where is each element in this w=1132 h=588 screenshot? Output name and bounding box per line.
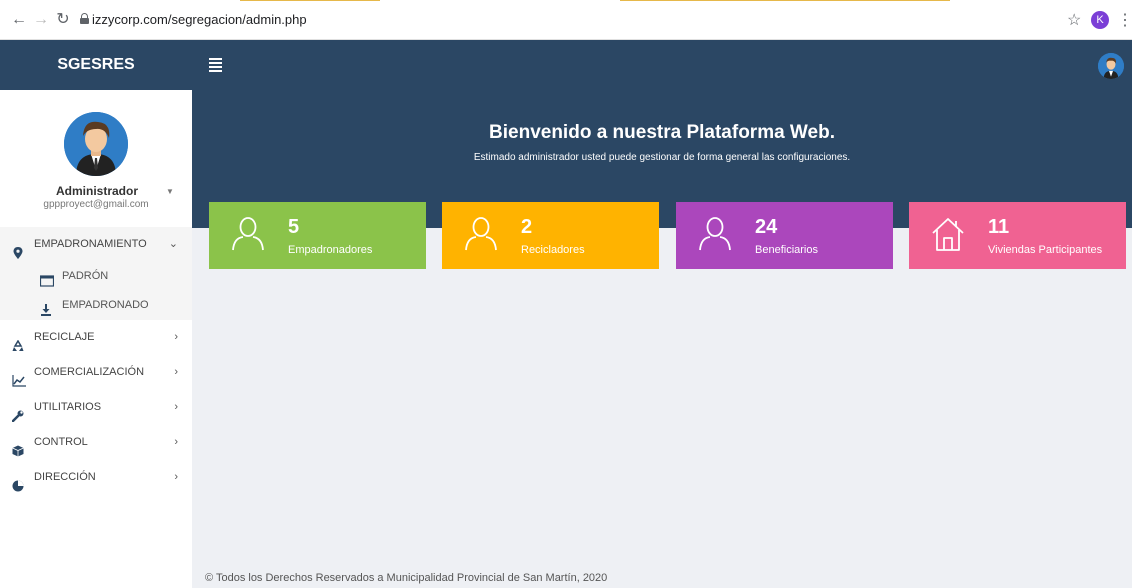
sidebar-item-direccion[interactable]: DIRECCIÓN › bbox=[0, 460, 192, 495]
sidebar-item-label: COMERCIALIZACIÓN bbox=[34, 366, 145, 378]
stat-value: 2 bbox=[521, 216, 533, 238]
sidebar-item-label: EMPADRONAMIENTO bbox=[34, 238, 147, 250]
browser-toolbar: ← → ↻ izzycorp.com/segregacion/admin.php… bbox=[0, 0, 1132, 40]
user-outline-icon bbox=[231, 216, 265, 252]
top-navbar: SGESRES bbox=[0, 40, 1132, 90]
line-chart-icon bbox=[12, 367, 26, 387]
footer-copyright: © Todos los Derechos Reservados a Munici… bbox=[205, 572, 608, 584]
sidebar-item-label: UTILITARIOS bbox=[34, 401, 102, 413]
stat-card-beneficiarios[interactable]: 24 Beneficiarios bbox=[676, 202, 893, 269]
lock-icon bbox=[80, 13, 89, 24]
sidebar-subitem-empadronado[interactable]: EMPADRONADO bbox=[0, 291, 192, 320]
download-icon bbox=[40, 299, 54, 317]
pie-chart-icon bbox=[12, 472, 26, 491]
stat-value: 5 bbox=[288, 216, 300, 238]
page-title: Bienvenido a nuestra Plataforma Web. bbox=[489, 122, 835, 143]
sidebar-subitem-padron[interactable]: PADRÓN bbox=[0, 262, 192, 291]
stat-value: 24 bbox=[755, 216, 778, 238]
user-outline-icon bbox=[464, 216, 498, 252]
sidebar-menu: EMPADRONAMIENTO ⌄ PADRÓN EMPADRONADO REC… bbox=[0, 227, 192, 495]
chevron-right-icon: › bbox=[174, 401, 178, 413]
user-email: gppproyect@gmail.com bbox=[43, 199, 149, 210]
map-marker-icon bbox=[12, 239, 26, 259]
chevron-right-icon: › bbox=[174, 331, 178, 343]
reload-icon[interactable]: ↻ bbox=[54, 10, 72, 30]
user-avatar bbox=[64, 112, 128, 176]
sidebar-item-control[interactable]: CONTROL › bbox=[0, 425, 192, 460]
stat-label: Viviendas Participantes bbox=[988, 244, 1103, 256]
chevron-right-icon: › bbox=[174, 436, 178, 448]
stat-label: Beneficiarios bbox=[755, 244, 818, 256]
sidebar-item-label: DIRECCIÓN bbox=[34, 471, 96, 483]
menu-toggle-icon[interactable] bbox=[209, 58, 222, 72]
cube-icon bbox=[12, 437, 26, 456]
sidebar-group-empadronamiento: EMPADRONAMIENTO ⌄ PADRÓN EMPADRONADO bbox=[0, 227, 192, 320]
window-icon bbox=[39, 270, 55, 287]
sidebar-item-comercializacion[interactable]: COMERCIALIZACIÓN › bbox=[0, 355, 192, 390]
stat-value: 11 bbox=[988, 216, 1010, 238]
address-bar[interactable]: izzycorp.com/segregacion/admin.php bbox=[92, 12, 307, 27]
recycle-icon bbox=[12, 332, 26, 351]
chevron-right-icon: › bbox=[174, 366, 178, 378]
tab-strip-edge bbox=[0, 0, 1132, 6]
stat-card-empadronadores[interactable]: 5 Empadronadores bbox=[209, 202, 426, 269]
back-arrow-icon[interactable]: ← bbox=[10, 10, 28, 30]
page-subtitle: Estimado administrador usted puede gesti… bbox=[473, 152, 851, 163]
stat-card-viviendas[interactable]: 11 Viviendas Participantes bbox=[909, 202, 1126, 269]
chevron-right-icon: › bbox=[174, 471, 178, 483]
home-outline-icon bbox=[931, 216, 965, 252]
user-dropdown-caret-icon[interactable]: ▼ bbox=[166, 187, 174, 196]
browser-profile-avatar[interactable]: K bbox=[1091, 11, 1109, 29]
sidebar-item-label: RECICLAJE bbox=[34, 331, 95, 343]
browser-menu-icon[interactable]: ⋮ bbox=[1117, 10, 1132, 30]
sidebar-item-utilitarios[interactable]: UTILITARIOS › bbox=[0, 390, 192, 425]
stat-card-recicladores[interactable]: 2 Recicladores bbox=[442, 202, 659, 269]
chevron-down-icon: ⌄ bbox=[168, 238, 178, 250]
sidebar-subitem-label: EMPADRONADO bbox=[62, 299, 149, 311]
bookmark-star-icon[interactable]: ☆ bbox=[1067, 10, 1081, 30]
stat-label: Recicladores bbox=[521, 244, 585, 256]
user-outline-icon bbox=[698, 216, 732, 252]
user-name[interactable]: Administrador bbox=[56, 184, 138, 198]
forward-arrow-icon[interactable]: → bbox=[32, 10, 50, 30]
sidebar: Administrador ▼ gppproyect@gmail.com EMP… bbox=[0, 90, 192, 588]
sidebar-item-reciclaje[interactable]: RECICLAJE › bbox=[0, 320, 192, 355]
sidebar-item-empadronamiento[interactable]: EMPADRONAMIENTO ⌄ bbox=[0, 227, 192, 262]
app-brand[interactable]: SGESRES bbox=[0, 40, 192, 90]
stat-label: Empadronadores bbox=[288, 244, 373, 256]
sidebar-subitem-label: PADRÓN bbox=[62, 270, 109, 282]
sidebar-item-label: CONTROL bbox=[34, 436, 88, 448]
wrench-icon bbox=[11, 402, 26, 422]
user-avatar-top[interactable] bbox=[1098, 53, 1124, 79]
